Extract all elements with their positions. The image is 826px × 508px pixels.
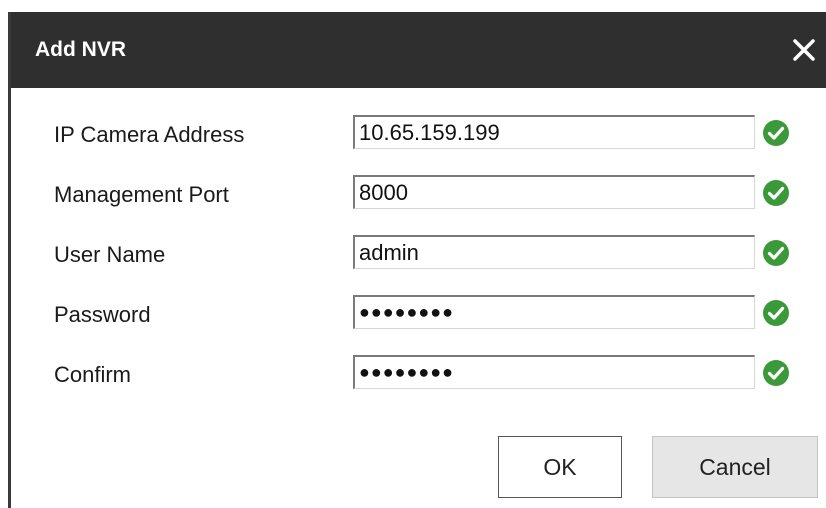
dialog-titlebar: Add NVR	[11, 12, 826, 88]
check-circle-icon	[763, 360, 789, 386]
form-row-password: Password	[0, 295, 826, 335]
check-circle-icon	[763, 180, 789, 206]
ip-address-label: IP Camera Address	[54, 122, 245, 147]
confirm-label: Confirm	[54, 362, 132, 387]
add-nvr-dialog: Add NVR IP Camera Address Management Por…	[0, 0, 826, 508]
check-circle-icon	[763, 300, 789, 326]
user-name-label: User Name	[54, 242, 166, 267]
form-row-ip-address: IP Camera Address	[0, 115, 826, 155]
close-icon[interactable]	[790, 36, 818, 64]
management-port-input[interactable]	[353, 175, 755, 209]
dialog-title: Add NVR	[35, 38, 126, 61]
ok-button[interactable]: OK	[498, 436, 622, 498]
password-label: Password	[54, 302, 151, 327]
confirm-password-input[interactable]	[353, 355, 755, 389]
management-port-label: Management Port	[54, 182, 229, 207]
cancel-button[interactable]: Cancel	[652, 436, 818, 498]
check-circle-icon	[763, 120, 789, 146]
ip-address-input[interactable]	[353, 115, 755, 149]
form-row-user-name: User Name	[0, 235, 826, 275]
check-circle-icon	[763, 240, 789, 266]
password-input[interactable]	[353, 295, 755, 329]
form-row-confirm: Confirm	[0, 355, 826, 395]
form-row-management-port: Management Port	[0, 175, 826, 215]
user-name-input[interactable]	[353, 235, 755, 269]
